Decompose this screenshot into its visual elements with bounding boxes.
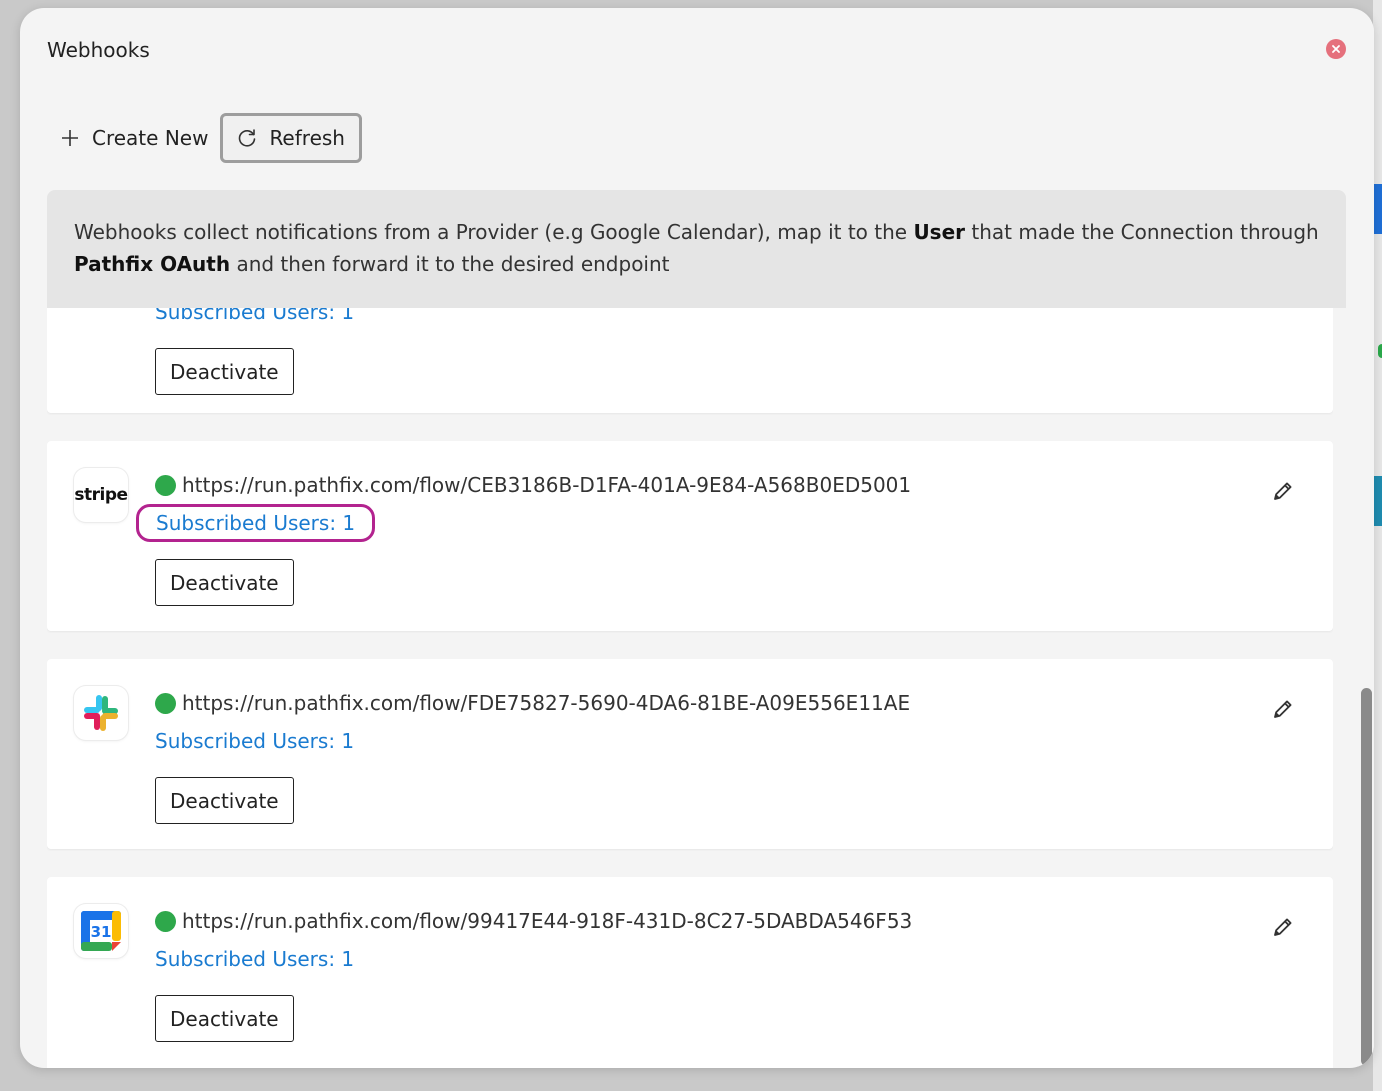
toolbar: Create New Refresh	[48, 112, 362, 164]
edit-button[interactable]	[1271, 479, 1295, 503]
webhook-url: https://run.pathfix.com/flow/99417E44-91…	[182, 909, 913, 933]
webhook-url: https://run.pathfix.com/flow/CEB3186B-D1…	[182, 473, 912, 497]
webhook-url-row: https://run.pathfix.com/flow/FDE75827-56…	[155, 691, 910, 715]
subscribed-users-link[interactable]: Subscribed Users: 1	[136, 504, 376, 542]
pencil-icon	[1274, 918, 1292, 936]
status-active-icon	[155, 474, 176, 496]
info-text-3: and then forward it to the desired endpo…	[230, 252, 670, 276]
svg-text:31: 31	[91, 923, 112, 941]
create-new-button[interactable]: Create New	[48, 112, 220, 164]
webhook-card-google-calendar: 31 https://run.pathfix.com/flow/99417E44…	[47, 877, 1333, 1068]
subscribed-users-link[interactable]: Subscribed Users: 1	[155, 308, 354, 324]
pencil-icon	[1274, 700, 1292, 718]
webhook-list[interactable]: Subscribed Users: 1 Deactivate stripe ht…	[47, 308, 1333, 1068]
background-accent-blue	[1373, 184, 1382, 234]
webhook-url-row: https://run.pathfix.com/flow/CEB3186B-D1…	[155, 473, 911, 497]
edit-button[interactable]	[1271, 697, 1295, 721]
info-bold-pathfix: Pathfix OAuth	[74, 252, 231, 276]
info-text-2: that made the Connection through	[965, 220, 1319, 244]
webhooks-modal: Webhooks Create New Refresh Webhooks col…	[20, 8, 1374, 1068]
deactivate-button[interactable]: Deactivate	[155, 995, 294, 1042]
google-calendar-icon: 31	[81, 911, 121, 951]
close-button[interactable]	[1326, 39, 1346, 59]
plus-icon	[62, 130, 78, 146]
refresh-label: Refresh	[269, 126, 345, 150]
google-calendar-logo: 31	[74, 904, 128, 958]
refresh-icon	[239, 129, 256, 147]
background-edge	[1373, 0, 1382, 1091]
background-accent-green	[1378, 344, 1382, 358]
webhook-card-slack: https://run.pathfix.com/flow/FDE75827-56…	[47, 659, 1333, 849]
status-active-icon	[155, 910, 176, 932]
subscribed-users-link[interactable]: Subscribed Users: 1	[155, 947, 354, 971]
subscribed-users-link[interactable]: Subscribed Users: 1	[155, 729, 354, 753]
scrollbar-thumb[interactable]	[1361, 688, 1372, 1066]
status-active-icon	[155, 692, 176, 714]
modal-title: Webhooks	[47, 38, 150, 62]
edit-button[interactable]	[1271, 915, 1295, 939]
webhook-card-stripe: stripe https://run.pathfix.com/flow/CEB3…	[47, 441, 1333, 631]
deactivate-button[interactable]: Deactivate	[155, 348, 294, 395]
deactivate-button[interactable]: Deactivate	[155, 777, 294, 824]
pencil-icon	[1274, 482, 1292, 500]
background-accent-teal	[1373, 476, 1382, 526]
refresh-button[interactable]: Refresh	[220, 113, 362, 163]
info-banner: Webhooks collect notifications from a Pr…	[47, 190, 1346, 308]
deactivate-button[interactable]: Deactivate	[155, 559, 294, 606]
webhook-url: https://run.pathfix.com/flow/FDE75827-56…	[182, 691, 911, 715]
create-new-label: Create New	[92, 126, 209, 150]
info-bold-user: User	[913, 220, 966, 244]
close-icon	[1332, 45, 1340, 53]
stripe-logo: stripe	[74, 468, 128, 522]
webhook-url-row: https://run.pathfix.com/flow/99417E44-91…	[155, 909, 912, 933]
info-text-1: Webhooks collect notifications from a Pr…	[74, 220, 914, 244]
slack-logo	[74, 686, 128, 740]
slack-icon	[84, 695, 118, 731]
webhook-card-partial: Subscribed Users: 1 Deactivate	[47, 308, 1333, 413]
